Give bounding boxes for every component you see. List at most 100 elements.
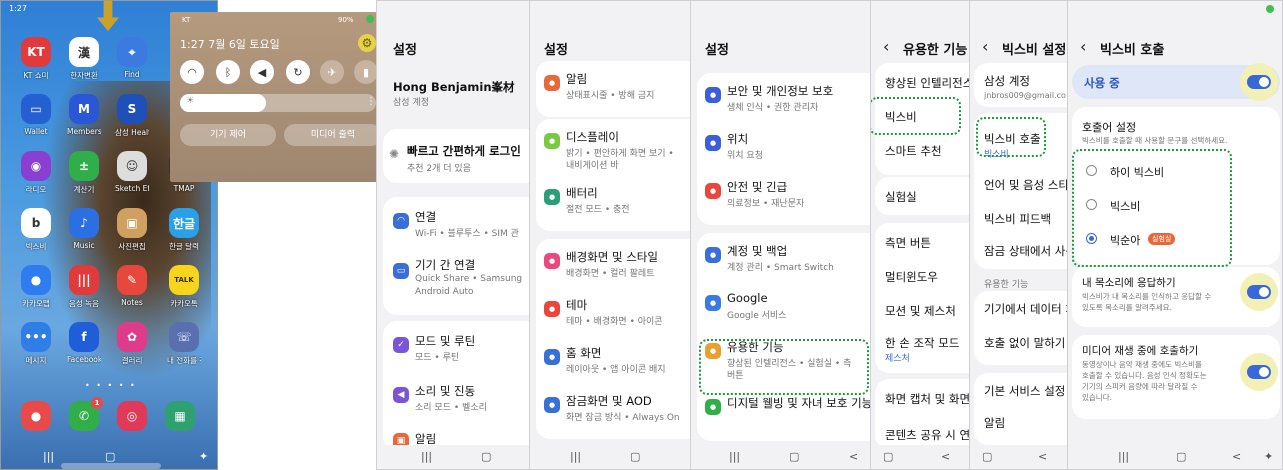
wake-word-highlight [1072,149,1232,267]
app-music[interactable]: ♪ Music [67,208,101,250]
recents-button[interactable]: ||| [570,450,581,463]
recents-button[interactable]: ||| [421,450,432,463]
app-kakaomap[interactable]: ● 카카오맵 [19,265,53,309]
settings-item[interactable]: ● 잠금화면 및 AOD 화면 잠금 방식 • Always On [536,389,690,433]
recents-button[interactable]: ||| [43,450,54,463]
useful-item-one-hand[interactable]: 한 손 조작 모드 [885,335,959,351]
back-button[interactable]: < [1038,450,1047,463]
device-control-button[interactable]: 기기 제어 [180,124,276,146]
settings-item-device-connect[interactable]: ▭ 기기 간 연결 Quick Share • Samsung Android … [383,251,529,307]
bixby-item-feedback[interactable]: 빅스비 피드백 [984,211,1051,227]
settings-item[interactable]: ● 안전 및 긴급 의료정보 • 재난문자 [697,175,870,219]
app-sketch[interactable]: ☺ Sketch Effe... [115,151,149,193]
qr-icon[interactable]: ▦ [165,401,195,431]
home-button[interactable]: ▢ [789,450,799,463]
app-kakaotalk[interactable]: TALK 카카오톡 [167,265,201,309]
profile-card[interactable]: Hong Benjamin峯材 삼성 계정 [383,63,529,123]
respond-voice-toggle[interactable] [1247,285,1271,299]
app-notes[interactable]: ✎ Notes [115,265,149,307]
settings-item[interactable]: ● 알림 상태표시줄 • 방해 금지 [536,67,690,111]
app-facebook[interactable]: f Facebook [67,322,101,364]
phone-icon[interactable]: ✆ 1 [69,397,103,431]
bixby-item-no-wake[interactable]: 호출 없이 말하기 [984,335,1065,351]
back-button[interactable]: < [849,450,858,463]
settings-item[interactable]: ● 보안 및 개인정보 보호 생체 인식 • 권한 관리자 [697,79,870,123]
useful-item-smart-suggest[interactable]: 스마트 추천 [885,143,942,159]
more-options-icon[interactable]: ⋮ [366,96,376,107]
brightness-slider[interactable]: ☀ [180,94,376,112]
settings-item[interactable]: ● 배터리 절전 모드 • 충전 [536,181,690,225]
media-output-button[interactable]: 미디어 출력 [284,124,382,146]
item-title: 연결 [415,210,437,224]
useful-item-motion[interactable]: 모션 및 제스처 [885,303,956,319]
app-hangul[interactable]: 한글 한글 달력 [167,208,201,252]
settings-item[interactable]: ● 위치 위치 요청 [697,127,870,171]
media-call-toggle[interactable] [1247,365,1271,379]
recents-button[interactable]: ||| [1118,450,1129,463]
bixby-item-language[interactable]: 언어 및 음성 스타일 [984,177,1067,193]
recents-button[interactable]: ||| [729,450,740,463]
contacts-icon[interactable]: ● [21,401,51,431]
app-calculator[interactable]: ± 계산기 [67,151,101,195]
wifi-icon[interactable]: ◠ [180,60,204,84]
bluetooth-icon[interactable]: ᛒ [216,60,240,84]
bixby-item-default[interactable]: 기본 서비스 설정 [984,383,1065,399]
app-wallet[interactable]: ▭ Wallet [19,94,53,136]
app-samsung[interactable]: S 삼성 Health [115,94,149,138]
auto-rotate-icon[interactable]: ↻ [286,60,310,84]
useful-item-share[interactable]: 콘텐츠 공유 시 연락 [885,427,969,443]
settings-item[interactable]: ● 배경화면 및 스타일 배경화면 • 컬러 팔레트 [536,245,690,289]
back-arrow-icon[interactable]: ‹ [982,37,988,56]
app-photo[interactable]: ▣ 사진편집 [115,208,149,252]
notes-icon: ✎ [117,265,147,295]
app-members[interactable]: M Members [67,94,101,136]
useful-item-side-button[interactable]: 측면 버튼 [885,235,931,251]
settings-item[interactable]: ● 디스플레이 밝기 • 편안하게 화면 보기 • 내비게이션 바 [536,125,690,177]
settings-item[interactable]: ● 계정 및 백업 계정 관리 • Smart Switch [697,239,870,283]
flashlight-icon[interactable]: ▮ [354,60,378,84]
in-use-toggle[interactable] [1247,75,1271,89]
settings-item[interactable]: ● 디지털 웰빙 및 자녀 보호 기능 [697,391,870,435]
home-button[interactable]: ▢ [105,450,115,463]
bixby-item-notifications[interactable]: 알림 [984,415,1005,431]
home-button[interactable]: ▢ [630,450,640,463]
back-button[interactable]: < [1232,450,1241,463]
home-button[interactable]: ▢ [481,450,491,463]
bixby-account-card[interactable]: 삼성 계정 jnbros009@gmail.co [974,63,1067,107]
back-arrow-icon[interactable]: ‹ [883,37,889,56]
back-arrow-icon[interactable]: ‹ [1080,37,1086,56]
settings-item-connections[interactable]: ◠ 연결 Wi-Fi • 블루투스 • SIM 관 [383,203,529,243]
home-button[interactable]: ▢ [1176,450,1186,463]
settings-item[interactable]: ● Google Google 서비스 [697,287,870,331]
useful-item-capture[interactable]: 화면 캡처 및 화면 녹 [885,391,969,407]
bixby-item-lockscreen[interactable]: 잠금 상태에서 사용 [984,243,1067,259]
home-button[interactable]: ▢ [883,450,893,463]
back-button[interactable]: < [941,450,950,463]
app-find[interactable]: ⌖ Find [115,37,149,79]
settings-gear-icon[interactable]: ⚙ [358,34,376,52]
app-messages[interactable]: ••• 메시지 [19,322,53,366]
sound-icon[interactable]: ◀ [250,60,274,84]
app-recorder[interactable]: ||| 음성 녹음 [67,265,101,309]
settings-item[interactable]: ● 테마 테마 • 배경화면 • 아이콘 [536,293,690,337]
app-radio[interactable]: ◉ 라디오 [19,151,53,195]
useful-item-intelligence[interactable]: 향상된 인텔리전스 [885,75,969,91]
accessibility-icon[interactable]: ✦ [1264,450,1273,463]
suggestion-card[interactable]: ✺ 빠르고 간편하게 로그인 추천 2개 더 있음 [383,129,529,183]
settings-item-sound[interactable]: ◀ 소리 및 진동 소리 모드 • 벨소리 [383,377,529,417]
app-gallery[interactable]: ✿ 갤러리 [115,322,149,366]
camera-icon[interactable]: ◎ [117,401,147,431]
settings-item[interactable]: ● 홈 화면 레이아웃 • 앱 아이콘 배지 [536,341,690,385]
useful-item-multiwindow[interactable]: 멀티윈도우 [885,269,938,285]
app-findphone[interactable]: ☏ 내 전화를 찾... [167,322,201,366]
useful-item-labs[interactable]: 실험실 [885,189,917,205]
airplane-icon[interactable]: ✈ [320,60,344,84]
accessibility-icon[interactable]: ✦ [199,450,208,463]
app-bixby[interactable]: b 빅스비 [19,208,53,252]
bixby-item-ondevice[interactable]: 기기에서 데이터 처 [984,301,1067,317]
home-button[interactable]: ▢ [982,450,992,463]
app-label: KT 쇼미 [23,71,49,80]
app-kt-show[interactable]: KT KT 쇼미 [19,37,53,81]
settings-item-modes[interactable]: ✓ 모드 및 루틴 모드 • 루틴 [383,327,529,367]
app-hanja[interactable]: 漢 한자변환 [67,37,101,81]
